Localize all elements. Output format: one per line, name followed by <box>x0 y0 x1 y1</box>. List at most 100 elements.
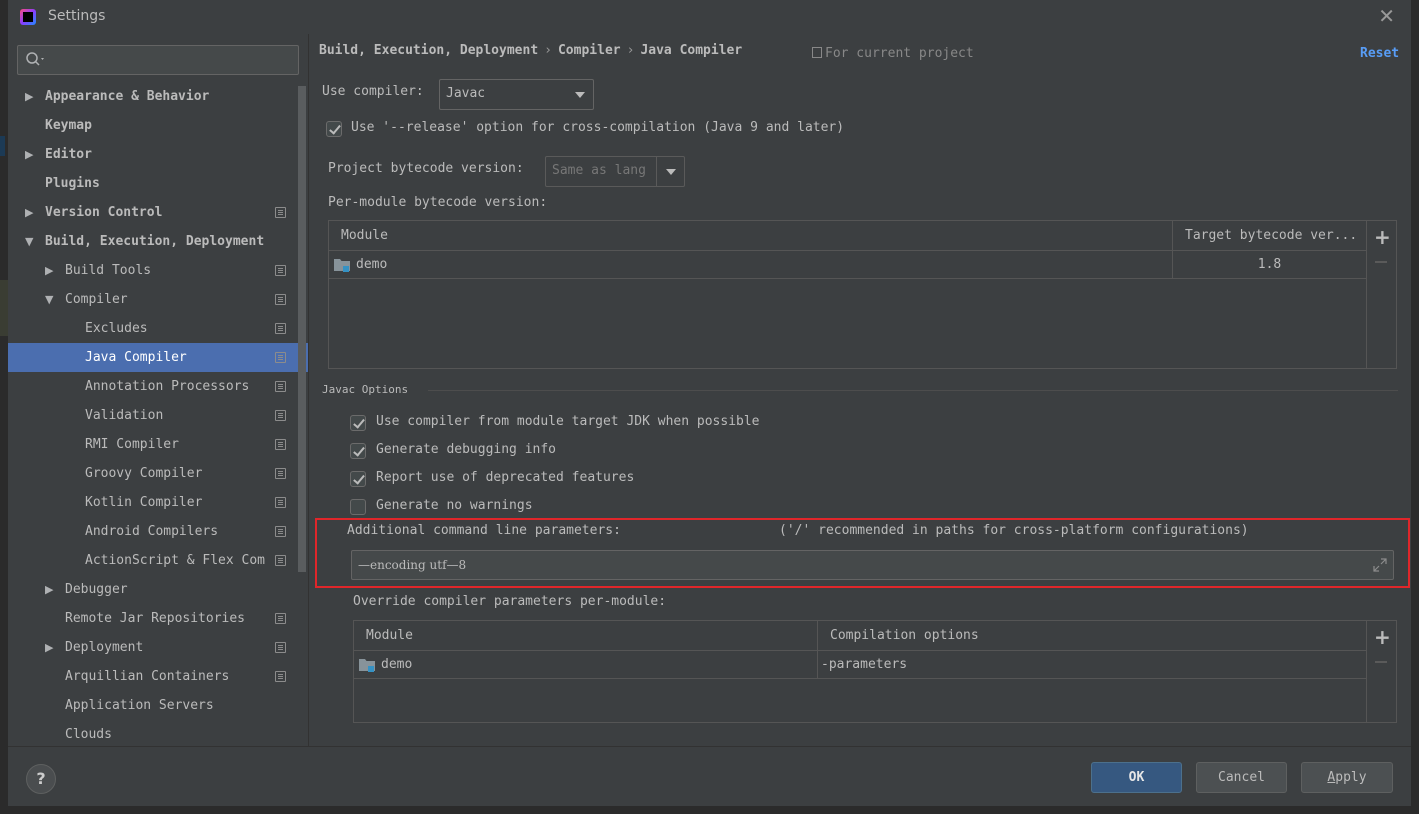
sidebar-item-version-control[interactable]: ▶ Version Control <box>8 198 308 227</box>
sidebar-item-actionscript-flex-com[interactable]: ActionScript & Flex Com <box>8 546 308 575</box>
debug-info-checkbox[interactable] <box>350 443 366 459</box>
collapsed-arrow-icon[interactable]: ▶ <box>25 82 33 111</box>
module-folder-icon <box>334 259 350 272</box>
sidebar-item-label: RMI Compiler <box>85 437 179 452</box>
apply-button[interactable]: Apply <box>1301 762 1393 793</box>
sidebar-item-deployment[interactable]: ▶ Deployment <box>8 633 308 662</box>
additional-params-value: —encoding utf—8 <box>358 558 467 572</box>
chevron-down-icon <box>666 169 676 175</box>
sidebar-item-rmi-compiler[interactable]: RMI Compiler <box>8 430 308 459</box>
sidebar-item-label: Deployment <box>65 640 144 655</box>
module-name: demo <box>381 657 413 672</box>
deprecated-checkbox[interactable] <box>350 471 366 487</box>
project-scope-icon <box>275 265 286 276</box>
project-scope-icon <box>275 671 286 682</box>
sidebar-item-kotlin-compiler[interactable]: Kotlin Compiler <box>8 488 308 517</box>
project-scope-icon <box>275 381 286 392</box>
sidebar-item-excludes[interactable]: Excludes <box>8 314 308 343</box>
expand-icon[interactable] <box>1373 558 1387 572</box>
cancel-button[interactable]: Cancel <box>1196 762 1287 793</box>
add-icon[interactable]: + <box>1374 627 1391 647</box>
settings-search-field[interactable] <box>17 45 299 75</box>
sidebar-item-compiler[interactable]: ▼ Compiler <box>8 285 308 314</box>
reset-link[interactable]: Reset <box>1360 46 1399 61</box>
collapsed-arrow-icon[interactable]: ▶ <box>45 256 53 285</box>
sidebar-item-label: Kotlin Compiler <box>85 495 203 510</box>
remove-icon[interactable] <box>1375 661 1387 663</box>
table-row[interactable]: demo <box>329 251 1172 279</box>
sidebar-item-editor[interactable]: ▶ Editor <box>8 140 308 169</box>
breadcrumb-item: Build, Execution, Deployment <box>319 43 539 58</box>
override-toolbar: + <box>1367 620 1397 723</box>
sidebar-item-label: Excludes <box>85 321 148 336</box>
sidebar-item-java-compiler[interactable]: Java Compiler <box>8 343 308 372</box>
collapsed-arrow-icon[interactable]: ▶ <box>45 633 53 662</box>
target-bytecode-cell[interactable]: 1.8 <box>1172 251 1366 279</box>
sidebar-item-label: Build Tools <box>65 263 152 278</box>
sidebar-item-build-execution-deployment[interactable]: ▼ Build, Execution, Deployment <box>8 227 308 256</box>
use-target-jdk-label: Use compiler from module target JDK when… <box>376 414 760 429</box>
no-warnings-checkbox[interactable] <box>350 499 366 515</box>
project-bytecode-label: Project bytecode version: <box>328 161 524 176</box>
close-icon[interactable]: ✕ <box>1378 4 1395 28</box>
expanded-arrow-icon[interactable]: ▼ <box>25 227 33 256</box>
collapsed-arrow-icon[interactable]: ▶ <box>45 575 53 604</box>
table-row[interactable]: demo <box>354 651 817 679</box>
sidebar-item-build-tools[interactable]: ▶ Build Tools <box>8 256 308 285</box>
project-scope-icon <box>275 294 286 305</box>
collapsed-arrow-icon[interactable]: ▶ <box>25 198 33 227</box>
sidebar-item-clouds[interactable]: Clouds <box>8 720 308 746</box>
column-header-module[interactable]: Module <box>354 621 817 651</box>
project-bytecode-select[interactable]: Same as lang <box>545 156 685 187</box>
sidebar-item-label: Java Compiler <box>85 350 187 365</box>
sidebar-item-keymap[interactable]: Keymap <box>8 111 308 140</box>
compiler-select[interactable]: Javac <box>439 79 594 110</box>
sidebar-item-label: Compiler <box>65 292 128 307</box>
sidebar-divider <box>308 34 309 746</box>
project-scope-icon <box>275 613 286 624</box>
combo-splitter <box>656 157 657 186</box>
project-scope-icon <box>275 323 286 334</box>
scope-label: For current project <box>825 46 974 61</box>
sidebar-item-annotation-processors[interactable]: Annotation Processors <box>8 372 308 401</box>
help-button[interactable]: ? <box>26 764 56 794</box>
collapsed-arrow-icon[interactable]: ▶ <box>25 140 33 169</box>
ok-button[interactable]: OK <box>1091 762 1182 793</box>
background-marker <box>0 280 8 336</box>
sidebar-item-remote-jar-repositories[interactable]: Remote Jar Repositories <box>8 604 308 633</box>
additional-params-input[interactable]: —encoding utf—8 <box>351 550 1394 580</box>
settings-tree: ▶ Appearance & Behavior Keymap ▶ Editor Plugi… <box>8 82 308 746</box>
sidebar-item-label: Appearance & Behavior <box>45 89 210 104</box>
search-input[interactable] <box>48 50 293 70</box>
sidebar-item-appearance-behavior[interactable]: ▶ Appearance & Behavior <box>8 82 308 111</box>
settings-dialog: Settings ✕ ▶ Appearance & Behavior Keymap ▶… <box>8 0 1411 806</box>
add-icon[interactable]: + <box>1374 227 1391 247</box>
project-scope-icon <box>275 468 286 479</box>
compilation-options-cell[interactable]: -parameters <box>817 651 1366 679</box>
section-divider <box>428 390 1398 391</box>
column-header-target[interactable]: Target bytecode ver... <box>1172 221 1366 251</box>
project-scope-indicator: For current project <box>812 46 974 61</box>
sidebar-item-plugins[interactable]: Plugins <box>8 169 308 198</box>
remove-icon[interactable] <box>1375 261 1387 263</box>
search-icon <box>26 52 44 66</box>
expanded-arrow-icon[interactable]: ▼ <box>45 285 53 314</box>
sidebar-item-label: Groovy Compiler <box>85 466 203 481</box>
sidebar-item-label: Application Servers <box>65 698 214 713</box>
sidebar-item-groovy-compiler[interactable]: Groovy Compiler <box>8 459 308 488</box>
window-title: Settings <box>48 8 106 24</box>
sidebar-item-application-servers[interactable]: Application Servers <box>8 691 308 720</box>
sidebar-item-label: Editor <box>45 147 92 162</box>
sidebar-item-validation[interactable]: Validation <box>8 401 308 430</box>
deprecated-label: Report use of deprecated features <box>376 470 635 485</box>
sidebar-scrollbar[interactable] <box>298 86 306 572</box>
sidebar-item-android-compilers[interactable]: Android Compilers <box>8 517 308 546</box>
column-header-module[interactable]: Module <box>329 221 1172 251</box>
sidebar-item-arquillian-containers[interactable]: Arquillian Containers <box>8 662 308 691</box>
column-header-compilation-options[interactable]: Compilation options <box>817 621 1366 651</box>
project-scope-icon <box>275 555 286 566</box>
release-option-checkbox[interactable] <box>326 121 342 137</box>
sidebar-item-debugger[interactable]: ▶ Debugger <box>8 575 308 604</box>
per-module-bytecode-table: Module Target bytecode ver... demo 1.8 <box>328 220 1367 369</box>
use-target-jdk-checkbox[interactable] <box>350 415 366 431</box>
